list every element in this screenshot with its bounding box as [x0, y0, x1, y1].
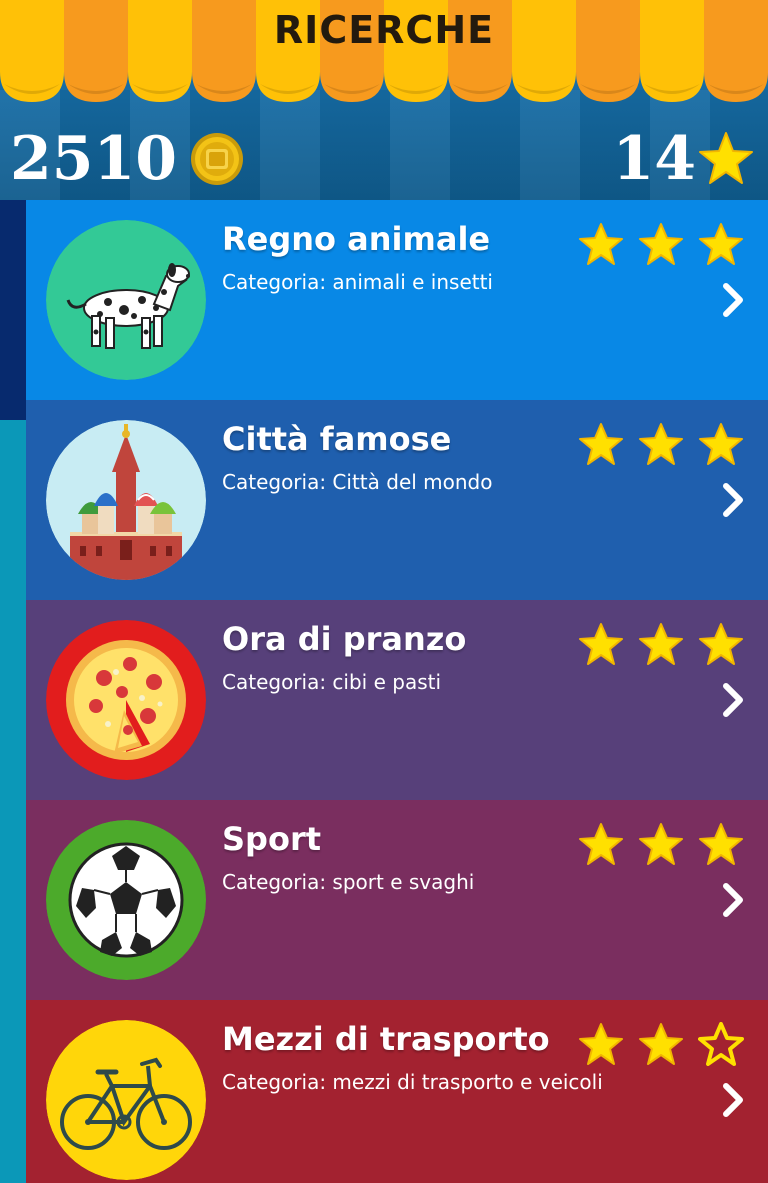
category-list: Regno animale Categoria: animali e inset… — [26, 200, 768, 1183]
coins-counter: 2510 — [10, 124, 245, 194]
star-filled-icon — [699, 823, 743, 865]
star-icon — [698, 131, 754, 187]
star-filled-icon — [639, 423, 683, 465]
category-row-mezzi-di-trasporto[interactable]: Mezzi di trasporto Categoria: mezzi di t… — [26, 1000, 768, 1183]
star-filled-icon — [579, 823, 623, 865]
category-title: Sport — [222, 820, 322, 858]
category-title: Ora di pranzo — [222, 620, 467, 658]
category-stars — [578, 222, 744, 266]
star-filled-icon — [579, 623, 623, 665]
stars-counter: 14 — [613, 124, 755, 194]
chevron-right-icon[interactable] — [720, 280, 748, 320]
category-subtitle: Categoria: mezzi di trasporto e veicoli — [222, 1070, 603, 1094]
star-filled-icon — [699, 623, 743, 665]
category-row-sport[interactable]: Sport Categoria: sport e svaghi — [26, 800, 768, 1000]
dalmatian-dog-icon — [46, 220, 206, 380]
stars-value: 14 — [612, 124, 697, 194]
star-filled-icon — [639, 223, 683, 265]
category-row-regno-animale[interactable]: Regno animale Categoria: animali e inset… — [26, 200, 768, 400]
category-stars — [578, 622, 744, 666]
chevron-right-icon[interactable] — [720, 1080, 748, 1120]
coin-icon — [189, 131, 245, 187]
category-title: Regno animale — [222, 220, 491, 258]
header: RICERCHE 2510 14 — [0, 0, 768, 200]
bicycle-icon — [46, 1020, 206, 1180]
chevron-right-icon[interactable] — [720, 680, 748, 720]
page-title: RICERCHE — [273, 8, 495, 52]
category-title: Città famose — [222, 420, 452, 458]
category-stars — [578, 822, 744, 866]
category-title: Mezzi di trasporto — [222, 1020, 550, 1058]
category-row-citta-famose[interactable]: Città famose Categoria: Città del mondo — [26, 400, 768, 600]
star-filled-icon — [579, 1023, 623, 1065]
chevron-right-icon[interactable] — [720, 880, 748, 920]
category-row-ora-di-pranzo[interactable]: Ora di pranzo Categoria: cibi e pasti — [26, 600, 768, 800]
star-filled-icon — [579, 423, 623, 465]
star-empty-icon — [698, 1022, 744, 1066]
star-filled-icon — [639, 623, 683, 665]
star-filled-icon — [579, 223, 623, 265]
category-stars — [578, 1022, 744, 1066]
chevron-right-icon[interactable] — [720, 480, 748, 520]
category-subtitle: Categoria: Città del mondo — [222, 470, 493, 494]
soccer-ball-icon — [46, 820, 206, 980]
category-stars — [578, 422, 744, 466]
st-basils-cathedral-icon — [46, 420, 206, 580]
star-filled-icon — [639, 1023, 683, 1065]
star-filled-icon — [699, 423, 743, 465]
star-filled-icon — [699, 223, 743, 265]
left-rail-active-indicator — [0, 200, 26, 420]
category-subtitle: Categoria: animali e insetti — [222, 270, 493, 294]
category-subtitle: Categoria: sport e svaghi — [222, 870, 475, 894]
category-subtitle: Categoria: cibi e pasti — [222, 670, 442, 694]
star-filled-icon — [639, 823, 683, 865]
pizza-icon — [46, 620, 206, 780]
coins-value: 2510 — [10, 124, 177, 194]
